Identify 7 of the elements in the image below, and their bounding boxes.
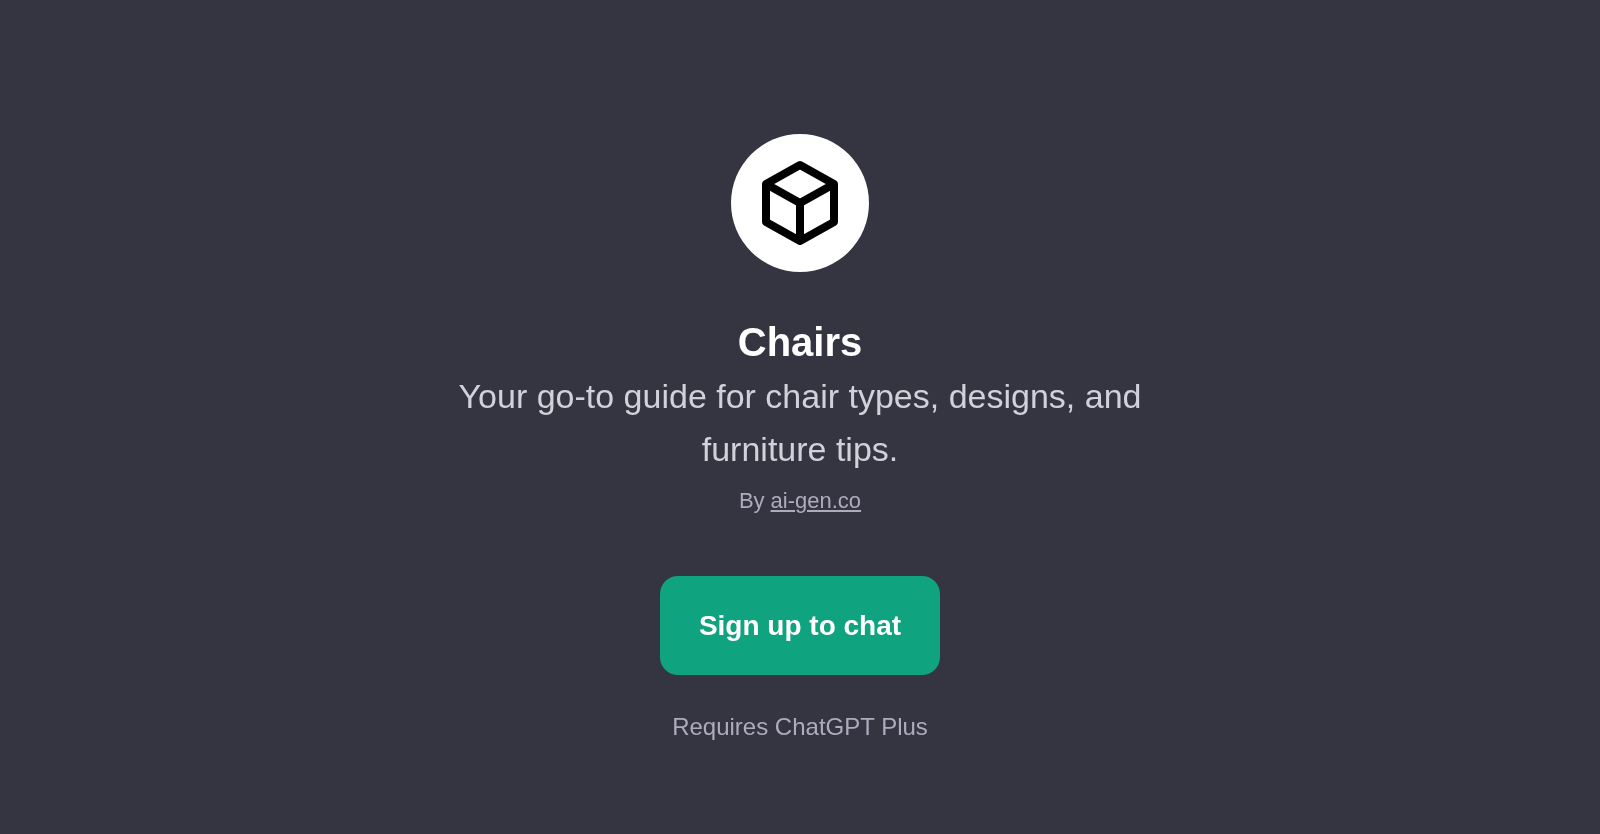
- gpt-description: Your go-to guide for chair types, designs, and furniture tips.: [457, 376, 1143, 470]
- cube-icon: [761, 160, 839, 246]
- author-prefix: By: [738, 488, 765, 514]
- author-link[interactable]: ai-gen.co: [770, 488, 862, 514]
- gpt-title: Chairs: [737, 319, 863, 366]
- sign-up-button[interactable]: Sign up to chat: [660, 576, 940, 675]
- requirement-note: Requires ChatGPT Plus: [672, 713, 928, 741]
